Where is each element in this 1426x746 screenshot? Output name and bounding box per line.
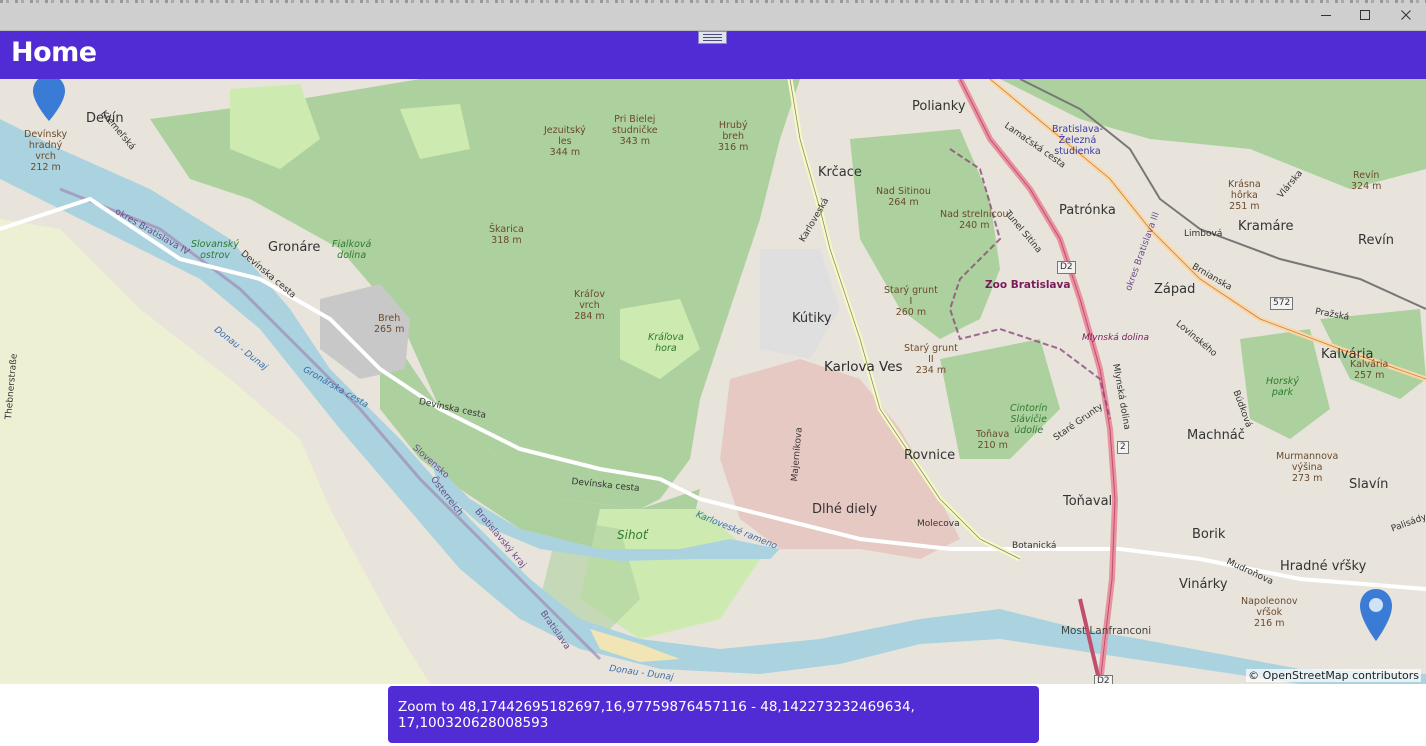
peak-label: Hrubý breh 316 m bbox=[718, 120, 749, 153]
town-label: Západ bbox=[1154, 282, 1196, 297]
road-label: Molecova bbox=[917, 519, 960, 529]
maximize-button[interactable] bbox=[1345, 2, 1385, 28]
area-label: Sihoť bbox=[617, 528, 648, 542]
peak-label: Krásna hôrka 251 m bbox=[1228, 179, 1261, 212]
road-shield: 572 bbox=[1270, 297, 1294, 310]
peak-label: Breh 265 m bbox=[374, 313, 405, 335]
road-label: Botanická bbox=[1012, 541, 1057, 551]
area-label: Slovanský ostrov bbox=[191, 239, 240, 261]
peak-label: Devínsky hradný vrch 212 m bbox=[24, 129, 68, 173]
peak-label: Pri Bielej studničke 343 m bbox=[612, 114, 658, 147]
town-label: Hradné vŕšky bbox=[1280, 559, 1367, 574]
maximize-icon bbox=[1360, 10, 1370, 20]
area-label: Kráľova hora bbox=[648, 332, 684, 354]
town-label: Krčace bbox=[818, 165, 862, 180]
town-label: Toňaval bbox=[1063, 494, 1113, 509]
road-shield: D2 bbox=[1094, 675, 1113, 684]
peak-label: Revín 324 m bbox=[1351, 170, 1382, 192]
peak-label: Nad Sitinou 264 m bbox=[876, 186, 931, 208]
town-label: Kramáre bbox=[1238, 219, 1294, 234]
peak-label: Jezuitský les 344 m bbox=[544, 125, 586, 158]
map-attribution[interactable]: © OpenStreetMap contributors bbox=[1246, 669, 1421, 682]
peak-label: Starý grunt I 260 m bbox=[884, 285, 938, 318]
close-button[interactable] bbox=[1386, 2, 1426, 28]
map-view[interactable]: Devín Gronáre Karlova Ves Polianky Krčac… bbox=[0, 79, 1426, 684]
town-label: Machnáč bbox=[1187, 428, 1245, 443]
town-label: Patrónka bbox=[1059, 203, 1116, 218]
map-marker-icon[interactable] bbox=[31, 79, 67, 123]
map-tiles bbox=[0, 79, 1426, 684]
town-label: Gronáre bbox=[268, 240, 321, 255]
peak-label: Nad strelnicou 240 m bbox=[940, 209, 1009, 231]
app-header: Home bbox=[0, 31, 1426, 79]
area-label: Horský park bbox=[1266, 376, 1299, 398]
page-title: Home bbox=[11, 37, 97, 68]
peak-label: Murmannova výšina 273 m bbox=[1276, 451, 1339, 484]
area-label: Mlynská dolina bbox=[1082, 333, 1150, 343]
peak-label: Napoleonov vŕšok 216 m bbox=[1241, 596, 1298, 629]
town-label: Slavín bbox=[1349, 477, 1389, 492]
town-label: Kútiky bbox=[792, 311, 832, 326]
area-label: Cintorín Slávičie údolie bbox=[1010, 403, 1048, 436]
window-title-bar bbox=[0, 0, 1426, 31]
town-label: Vinárky bbox=[1179, 577, 1228, 592]
peak-label: Toňava 210 m bbox=[976, 429, 1010, 451]
zoom-to-button[interactable]: Zoom to 48,17442695182697,16,97759876457… bbox=[388, 686, 1039, 743]
drag-handle-icon[interactable] bbox=[698, 31, 727, 44]
zoo-label: Zoo Bratislava bbox=[985, 279, 1071, 291]
town-label: Borik bbox=[1192, 527, 1226, 542]
road-shield: D2 bbox=[1057, 261, 1076, 274]
town-label: Karlova Ves bbox=[824, 359, 903, 375]
town-label: Dlhé diely bbox=[812, 502, 878, 517]
road-shield: 2 bbox=[1117, 441, 1129, 454]
close-icon bbox=[1401, 10, 1411, 20]
area-label: Fialková dolina bbox=[332, 239, 372, 261]
peak-label: Starý grunt II 234 m bbox=[904, 343, 958, 376]
road-label: Limbová bbox=[1184, 229, 1223, 239]
town-label: Revín bbox=[1358, 233, 1394, 248]
town-label: Rovnice bbox=[904, 448, 956, 463]
peak-label: Škarica 318 m bbox=[489, 224, 524, 246]
peak-label: Kráľov vrch 284 m bbox=[574, 289, 605, 322]
map-marker-icon[interactable] bbox=[1358, 587, 1394, 643]
peak-label: Kalvária 257 m bbox=[1350, 359, 1389, 381]
town-label: Polianky bbox=[912, 99, 966, 114]
title-bar-strip bbox=[0, 0, 1426, 3]
station-label: Bratislava- Železná studienka bbox=[1052, 124, 1103, 157]
minimize-button[interactable] bbox=[1306, 2, 1346, 28]
minimize-icon bbox=[1321, 15, 1331, 16]
bridge-label: Most Lanfranconi bbox=[1061, 625, 1152, 637]
